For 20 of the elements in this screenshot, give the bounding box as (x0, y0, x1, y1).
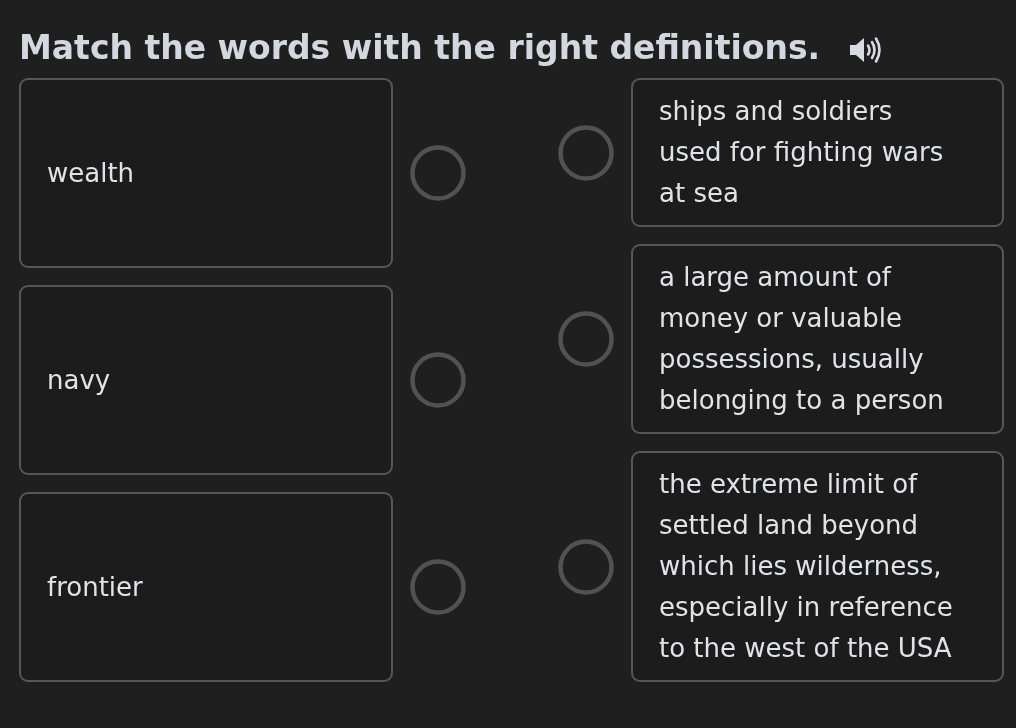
speaker-icon (849, 36, 884, 64)
definition-text: a large amount of money or valuable possessions, usually belonging to a person (659, 261, 945, 417)
definition-text: ships and soldiers used for fighting wars at sea (659, 95, 945, 210)
word-card[interactable]: navy (19, 285, 393, 475)
definition-card[interactable]: ships and soldiers used for fighting wars at sea (631, 78, 1004, 227)
word-text: frontier (47, 570, 143, 604)
ring-icon[interactable] (410, 559, 466, 615)
definition-card[interactable]: a large amount of money or valuable possessions, usually belonging to a person (631, 244, 1004, 434)
ring-icon[interactable] (410, 352, 466, 408)
ring-icon[interactable] (558, 124, 614, 181)
instruction-title: Match the words with the right definitions. (19, 27, 821, 69)
word-text: wealth (47, 156, 135, 190)
ring-icon[interactable] (410, 145, 466, 201)
word-card[interactable]: wealth (19, 78, 393, 268)
definition-text: the extreme limit of settled land beyond which lies wilderness, especially in reference to the west of the USA (659, 468, 954, 665)
word-card[interactable]: frontier (19, 492, 393, 682)
ring-icon[interactable] (558, 538, 614, 595)
ring-icon[interactable] (558, 311, 614, 367)
definition-card[interactable]: the extreme limit of settled land beyond which lies wilderness, especially in reference to the west of the USA (631, 451, 1004, 682)
word-text: navy (47, 363, 111, 397)
